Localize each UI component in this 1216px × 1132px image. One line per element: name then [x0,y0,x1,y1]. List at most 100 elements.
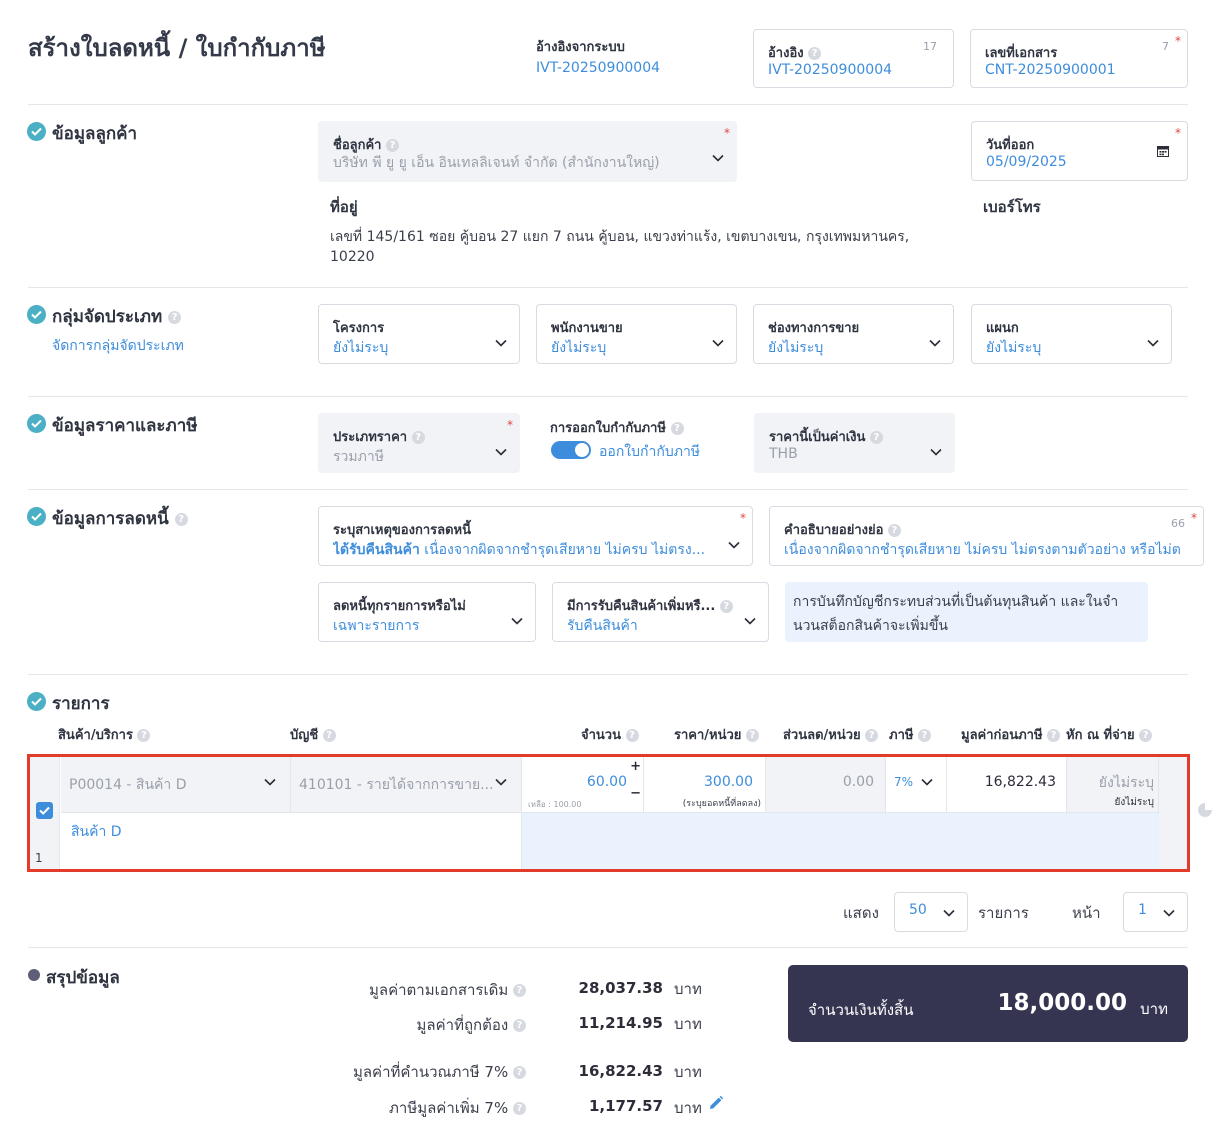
required-mark: * [1175,126,1181,140]
tax-value: 7% [894,775,914,789]
manage-classification-link[interactable]: จัดการกลุ่มจัดประเภท [52,335,184,357]
row-checkbox[interactable] [36,802,53,819]
account-value: 410101 - รายได้จากการขาย... [299,777,494,793]
price-type-select[interactable]: ประเภทราคา ? * รวมภาษี [318,413,520,473]
section-title: รายการ [52,694,110,714]
col-header-pre-tax: มูลค่าก่อนภาษี ? [961,724,1061,745]
salesperson-select[interactable]: พนักงานขาย ยังไม่ระบุ [536,304,737,364]
project-select[interactable]: โครงการ ยังไม่ระบุ [318,304,520,364]
return-goods-value: รับคืนสินค้า [567,618,638,634]
short-description-value: เนื่องจากผิดจากชำรุดเสียหาย ไม่ครบ ไม่ตร… [784,542,1181,558]
return-goods-select[interactable]: มีการรับคืนสินค้าเพิ่มหรื... ? รับคืนสิน… [552,582,769,642]
discount-input[interactable]: 0.00 [766,757,886,813]
issue-date-field[interactable]: วันที่ออก * 05/09/2025 [971,121,1188,181]
price-value: 300.00 [704,774,753,790]
qty-increment-button[interactable]: + [630,759,641,774]
help-icon: ? [1047,729,1061,742]
total-unit: บาท [1140,1000,1168,1018]
char-count: 7 [1162,40,1169,53]
help-icon: ? [513,1066,526,1079]
department-select[interactable]: แผนก ยังไม่ระบุ [971,304,1172,364]
qty-remaining: เหลือ : 100.00 [528,800,582,809]
price-type-label: ประเภทราคา ? [333,426,425,447]
price-input[interactable]: 300.00 (ระบุยอดหนี้ที่ลดลง) [644,757,766,813]
doc-no-field[interactable]: เลขที่เอกสาร 7 * CNT-20250900001 [970,29,1188,88]
calendar-icon[interactable] [1157,145,1169,161]
all-items-value: เฉพาะรายการ [333,618,420,634]
all-items-select[interactable]: ลดหนี้ทุกรายการหรือไม่ เฉพาะรายการ [318,582,536,642]
tax-invoice-label: การออกใบกำกับภาษี ? [550,417,684,438]
qty-input[interactable]: 60.00 + − เหลือ : 100.00 [522,757,644,813]
chevron-down-icon [921,778,933,786]
summary-row-label: มูลค่าที่คำนวณภาษี 7% ? [353,1060,526,1084]
customer-value: บริษัท พี ยู ยู เอ็น อินเทลลิเจนท์ จำกัด… [333,155,660,171]
ref-value: IVT-20250900004 [768,62,893,78]
col-header-tax: ภาษี ? [889,724,931,745]
price-note: (ระบุยอดหนี้ที่ลดลง) [682,799,761,809]
currency-select[interactable]: ราคานี้เป็นค่าเงิน ? THB [754,413,955,473]
debit-reason-select[interactable]: ระบุสาเหตุของการลดหนี้ * ได้รับคืนสินค้า… [318,506,753,566]
description-input[interactable]: สินค้า D [61,813,522,869]
tax-invoice-toggle[interactable] [551,441,591,459]
show-label: แสดง [843,904,879,922]
page-label: หน้า [1072,904,1101,922]
section-title: กลุ่มจัดประเภท ? [52,303,182,330]
product-value: P00014 - สินค้า D [69,777,187,793]
qty-decrement-button[interactable]: − [630,786,641,801]
help-icon: ? [670,422,684,435]
field-value: ยังไม่ระบุ [333,340,389,356]
summary-row-unit: บาท [674,1063,702,1081]
discount-value: 0.00 [842,774,874,790]
summary-row-unit: บาท [674,1099,702,1117]
edit-pencil-icon[interactable] [708,1095,724,1115]
sales-channel-select[interactable]: ช่องทางการขาย ยังไม่ระบุ [753,304,954,364]
currency-value: THB [769,446,798,462]
help-icon: ? [513,984,526,997]
col-header-discount: ส่วนลด/หน่วย ? [783,724,879,745]
doc-no-label: เลขที่เอกสาร [985,46,1058,61]
total-value: 18,000.00 [997,990,1128,1016]
help-icon: ? [917,729,931,742]
address-line-1: เลขที่ 145/161 ซอย คู้บอน 27 แยก 7 ถนน ค… [330,229,910,245]
summary-row-value: 28,037.38 [578,979,663,997]
help-icon: ? [137,729,151,742]
col-header-product: สินค้า/บริการ ? [58,724,151,745]
col-header-withholding: หัก ณ ที่จ่าย ? [1066,724,1153,745]
description-extra [522,813,1159,869]
section-title: ข้อมูลราคาและภาษี [52,416,198,436]
items-label: รายการ [978,904,1029,922]
chevron-down-icon [264,778,276,786]
help-icon: ? [887,524,901,537]
qty-value: 60.00 [586,774,627,790]
field-value: ยังไม่ระบุ [768,340,824,356]
field-label: ช่องทางการขาย [768,321,860,336]
col-header-price: ราคา/หน่วย ? [674,724,759,745]
accounting-note-line-2: นวนสต็อกสินค้าจะเพิ่มขึ้น [793,618,948,634]
field-value: ยังไม่ระบุ [986,340,1042,356]
table-row[interactable]: 1 P00014 - สินค้า D 410101 - รายได้จากกา… [27,754,1190,872]
chevron-down-icon [511,617,523,625]
page-select[interactable]: 1 [1123,892,1188,932]
pre-tax-value: 16,822.43 [984,774,1056,790]
customer-select[interactable]: ชื่อลูกค้า ? * บริษัท พี ยู ยู เอ็น อินเ… [318,121,737,182]
price-type-value: รวมภาษี [333,449,384,465]
required-mark: * [507,418,513,432]
field-label: พนักงานขาย [551,321,623,336]
per-page-select[interactable]: 50 [894,892,968,932]
chevron-down-icon [929,339,941,347]
product-select[interactable]: P00014 - สินค้า D [61,757,291,813]
account-select[interactable]: 410101 - รายได้จากการขาย... [291,757,522,813]
short-description-field[interactable]: คำอธิบายอย่างย่อ ? 66 * เนื่องจากผิดจากช… [769,506,1204,566]
accounting-note: การบันทึกบัญชีกระทบส่วนที่เป็นต้นทุนสินค… [785,582,1148,642]
withholding-sub: ยังไม่ระบุ [1114,797,1154,808]
tax-select[interactable]: 7% [886,757,947,813]
chevron-down-icon [943,909,955,917]
withholding-select[interactable]: ยังไม่ระบุ ยังไม่ระบุ [1067,757,1159,813]
pie-chart-icon[interactable] [1197,802,1213,822]
ref-field[interactable]: อ้างอิง ? 17 IVT-20250900004 [753,29,954,88]
description-value: สินค้า D [71,824,122,840]
system-ref-link[interactable]: IVT-20250900004 [536,60,660,76]
field-value: ยังไม่ระบุ [551,340,607,356]
summary-row-unit: บาท [674,980,702,998]
required-mark: * [724,126,730,140]
